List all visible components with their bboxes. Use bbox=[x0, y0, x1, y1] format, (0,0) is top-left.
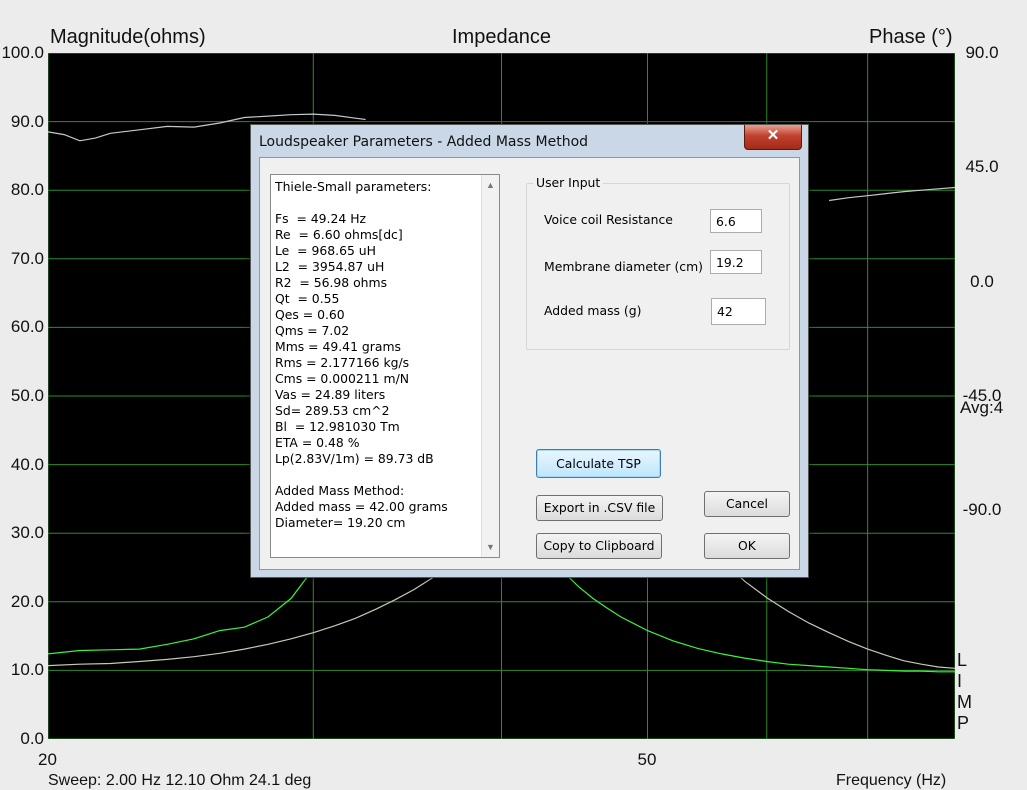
user-input-group: User Input Voice coil Resistance (ohms) … bbox=[526, 175, 790, 350]
voice-coil-input[interactable]: 6.6 bbox=[710, 209, 762, 233]
user-input-title: User Input bbox=[533, 175, 604, 190]
tsp-line: Qms = 7.02 bbox=[275, 323, 350, 338]
close-button[interactable]: ✕ bbox=[744, 125, 802, 150]
close-icon: ✕ bbox=[766, 127, 780, 144]
voice-coil-label: Voice coil Resistance (ohms) bbox=[544, 212, 673, 228]
tsp-line: Re = 6.60 ohms[dc] bbox=[275, 227, 403, 242]
scroll-down-icon[interactable]: ▼ bbox=[486, 542, 495, 552]
tsp-line: Added mass = 42.00 grams bbox=[275, 499, 448, 514]
tsp-line: Mms = 49.41 grams bbox=[275, 339, 401, 354]
added-mass-label: Added mass (g) bbox=[544, 303, 642, 318]
y-tick-label: 80.0 bbox=[10, 180, 44, 200]
limp-letter-p: P bbox=[957, 713, 970, 733]
dialog-client-area: Thiele-Small parameters: Fs = 49.24 Hz Re … bbox=[259, 157, 800, 570]
tsp-scrollbar[interactable]: ▲ ▼ bbox=[481, 175, 499, 557]
tsp-line: Le = 968.65 uH bbox=[275, 243, 376, 258]
tsp-line: Lp(2.83V/1m) = 89.73 dB bbox=[275, 451, 434, 466]
right-axis-title: Phase (°) bbox=[869, 26, 953, 48]
x-tick-label: 20 bbox=[38, 750, 57, 769]
tsp-line: R2 = 56.98 ohms bbox=[275, 275, 388, 290]
left-axis-title: Magnitude(ohms) bbox=[50, 26, 206, 48]
cancel-button[interactable]: Cancel bbox=[704, 491, 790, 517]
y-tick-label: 90.0 bbox=[10, 111, 44, 131]
chart-title: Impedance bbox=[452, 26, 551, 48]
added-mass-input[interactable]: 42 bbox=[711, 298, 766, 325]
ok-button[interactable]: OK bbox=[704, 533, 790, 559]
x-tick-label: 50 bbox=[637, 750, 657, 769]
dialog-title: Loudspeaker Parameters - Added Mass Meth… bbox=[259, 134, 589, 150]
y-tick-label: 20.0 bbox=[10, 591, 44, 611]
y-tick-label: 60.0 bbox=[10, 317, 44, 337]
tsp-line: Added Mass Method: bbox=[275, 483, 405, 498]
tsp-line: Qes = 0.60 bbox=[275, 307, 345, 322]
tsp-line: Qt = 0.55 bbox=[275, 291, 340, 306]
copy-clipboard-button[interactable]: Copy to Clipboard bbox=[536, 533, 662, 559]
phase-tick-label: -90.0 bbox=[962, 500, 1002, 520]
tsp-line: Vas = 24.89 liters bbox=[275, 387, 386, 402]
calculate-tsp-button[interactable]: Calculate TSP bbox=[536, 449, 661, 478]
tsp-line: Bl = 12.981030 Tm bbox=[275, 419, 400, 434]
tsp-line: Sd= 289.53 cm^2 bbox=[275, 403, 390, 418]
membrane-diameter-input[interactable]: 19.2 bbox=[710, 250, 762, 274]
phase-tick-label: 45.0 bbox=[965, 157, 999, 177]
y-tick-label: 100.0 bbox=[1, 43, 44, 62]
y-tick-label: 70.0 bbox=[10, 248, 44, 268]
tsp-results-textbox[interactable]: Thiele-Small parameters: Fs = 49.24 Hz Re … bbox=[270, 174, 500, 558]
tsp-line: Fs = 49.24 Hz bbox=[275, 211, 367, 226]
tsp-line: Diameter= 19.20 cm bbox=[275, 515, 406, 530]
limp-letter-i: I bbox=[957, 671, 963, 691]
tsp-line: L2 = 3954.87 uH bbox=[275, 259, 385, 274]
tsp-line: Rms = 2.177166 kg/s bbox=[275, 355, 410, 370]
export-csv-button[interactable]: Export in .CSV file bbox=[536, 495, 663, 521]
limp-letter-m: M bbox=[957, 692, 972, 712]
sweep-status: Sweep: 2.00 Hz 12.10 Ohm 24.1 deg bbox=[48, 772, 312, 789]
tsp-line: Thiele-Small parameters: bbox=[275, 179, 432, 194]
membrane-diameter-label: Membrane diameter (cm) bbox=[544, 259, 704, 274]
loudspeaker-parameters-dialog: Loudspeaker Parameters - Added Mass Meth… bbox=[250, 124, 809, 578]
scroll-up-icon[interactable]: ▲ bbox=[486, 180, 495, 190]
frequency-axis-label: Frequency (Hz) bbox=[836, 772, 947, 789]
phase-tick-label: 90.0 bbox=[965, 43, 999, 62]
y-tick-label: 30.0 bbox=[10, 523, 44, 543]
y-tick-label: 0.0 bbox=[20, 729, 44, 748]
y-tick-label: 10.0 bbox=[10, 660, 44, 680]
y-tick-label: 50.0 bbox=[10, 386, 44, 405]
limp-letter-l: L bbox=[957, 650, 968, 670]
phase-tick-label: 0.0 bbox=[970, 271, 994, 291]
y-tick-label: 40.0 bbox=[10, 454, 44, 474]
tsp-line: Cms = 0.000211 m/N bbox=[275, 371, 410, 386]
tsp-line: ETA = 0.48 % bbox=[275, 435, 360, 450]
average-label: Avg:4 bbox=[960, 398, 1004, 417]
